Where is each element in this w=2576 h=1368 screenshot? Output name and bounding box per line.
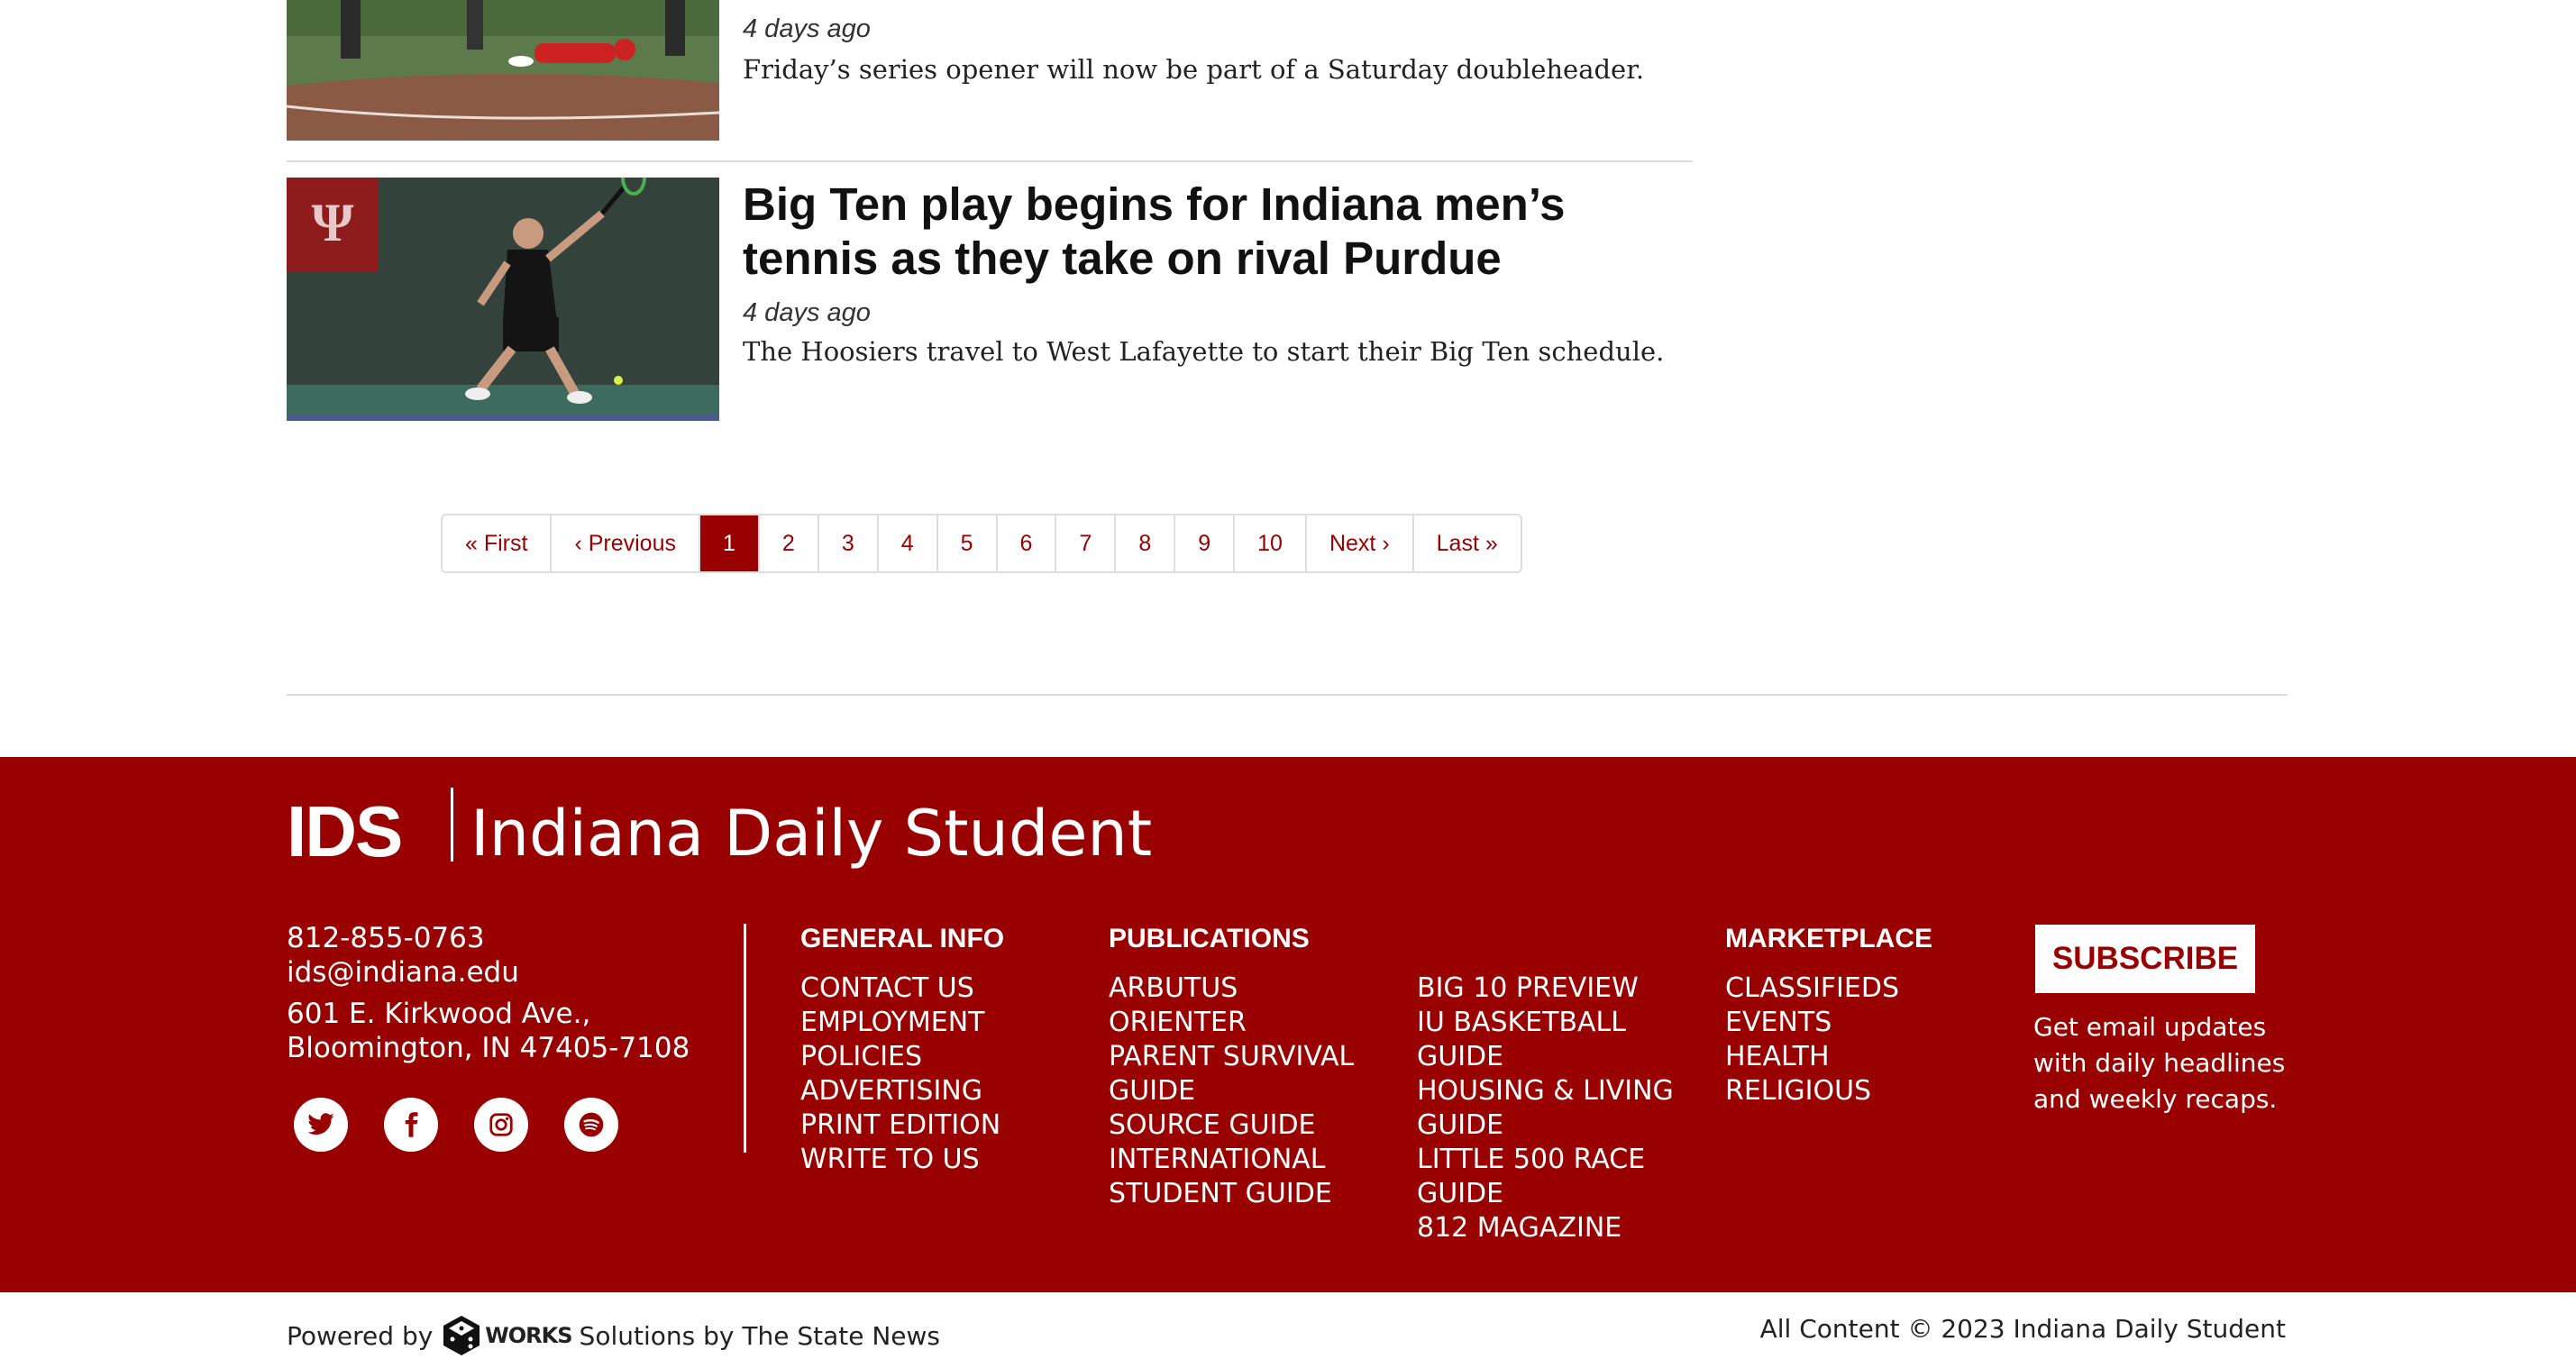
powered-by-prefix: Powered by — [287, 1320, 434, 1351]
footer-publications: PUBLICATIONS ARBUTUS ORIENTER PARENT SUR… — [1109, 922, 1370, 1211]
footer-logo-name[interactable]: Indiana Daily Student — [470, 793, 1152, 874]
pagination-page-3[interactable]: 3 — [819, 515, 879, 571]
article-dek: The Hoosiers travel to West Lafayette to… — [743, 336, 1665, 367]
article-thumbnail-baseball[interactable] — [287, 0, 719, 141]
article-thumbnail-tennis[interactable]: Ψ — [287, 178, 719, 421]
footer-link-arbutus[interactable]: ARBUTUS — [1109, 971, 1370, 1006]
general-info-heading: GENERAL INFO — [800, 924, 1005, 953]
facebook-icon[interactable] — [384, 1098, 438, 1152]
social-links — [294, 1098, 618, 1152]
powered-by-suffix: Solutions by The State News — [579, 1320, 940, 1351]
footer-link-source-guide[interactable]: SOURCE GUIDE — [1109, 1108, 1370, 1143]
pagination-page-5[interactable]: 5 — [938, 515, 998, 571]
footer-vertical-divider — [744, 924, 746, 1153]
publications-heading: PUBLICATIONS — [1109, 924, 1310, 953]
copyright: All Content © 2023 Indiana Daily Student — [1759, 1314, 2286, 1344]
article-divider — [287, 160, 1693, 162]
content-divider — [287, 694, 2288, 696]
pagination-page-9[interactable]: 9 — [1175, 515, 1236, 571]
pagination-page-2[interactable]: 2 — [760, 515, 819, 571]
footer-link-orienter[interactable]: ORIENTER — [1109, 1006, 1370, 1040]
marketplace-heading: MARKETPLACE — [1725, 924, 1932, 953]
pagination-page-4[interactable]: 4 — [879, 515, 938, 571]
article-dek: Friday’s series opener will now be part … — [743, 54, 1645, 85]
footer-link-religious[interactable]: RELIGIOUS — [1725, 1074, 1932, 1108]
footer-phone[interactable]: 812-855-0763 — [287, 921, 690, 955]
subscribe-description: Get email updates with daily headlines a… — [2033, 1012, 2286, 1114]
pagination-page-8[interactable]: 8 — [1116, 515, 1176, 571]
logo-separator — [451, 788, 453, 862]
pagination-page-1[interactable]: 1 — [700, 515, 760, 571]
svg-text:Ψ: Ψ — [312, 193, 354, 252]
pagination: « First ‹ Previous 1 2 3 4 5 6 7 8 9 10 … — [441, 514, 1522, 573]
footer-link-classifieds[interactable]: CLASSIFIEDS — [1725, 971, 1932, 1006]
site-footer: IDS Indiana Daily Student 812-855-0763 i… — [0, 757, 2576, 1292]
twitter-icon[interactable] — [294, 1098, 348, 1152]
footer-general-info: GENERAL INFO CONTACT US EMPLOYMENT POLIC… — [800, 922, 1004, 1177]
footer-link-print-edition[interactable]: PRINT EDITION — [800, 1108, 1004, 1143]
pagination-last[interactable]: Last » — [1414, 515, 1521, 571]
footer-link-events[interactable]: EVENTS — [1725, 1006, 1932, 1040]
footer-link-812-magazine[interactable]: 812 MAGAZINE — [1417, 1211, 1687, 1245]
article-date: 4 days ago — [743, 298, 871, 327]
footer-link-international-student-guide[interactable]: INTERNATIONAL STUDENT GUIDE — [1109, 1143, 1370, 1211]
footer-address-line2: Bloomington, IN 47405-7108 — [287, 1032, 690, 1064]
footer-contact: 812-855-0763 ids@indiana.edu 601 E. Kirk… — [287, 921, 690, 1065]
footer-link-little-500-race-guide[interactable]: LITTLE 500 RACE GUIDE — [1417, 1143, 1687, 1211]
instagram-icon[interactable] — [474, 1098, 528, 1152]
footer-link-policies[interactable]: POLICIES — [800, 1040, 1004, 1074]
spotify-icon[interactable] — [564, 1098, 618, 1152]
footer-publications-col2: BIG 10 PREVIEW IU BASKETBALL GUIDE HOUSI… — [1417, 971, 1687, 1245]
snworks-wordmark: WORKS — [485, 1323, 572, 1348]
footer-link-write-to-us[interactable]: WRITE TO US — [800, 1143, 1004, 1177]
footer-link-employment[interactable]: EMPLOYMENT — [800, 1006, 1004, 1040]
subscribe-button[interactable]: SUBSCRIBE — [2035, 925, 2255, 993]
page: 4 days ago Friday’s series opener will n… — [0, 0, 2576, 1368]
footer-link-iu-basketball-guide[interactable]: IU BASKETBALL GUIDE — [1417, 1006, 1687, 1074]
footer-email[interactable]: ids@indiana.edu — [287, 955, 690, 990]
footer-logo-mark[interactable]: IDS — [287, 791, 403, 872]
pagination-previous[interactable]: ‹ Previous — [552, 515, 700, 571]
footer-address-line1: 601 E. Kirkwood Ave., — [287, 998, 591, 1030]
bottom-bar: Powered by WORKS Solutions by The State … — [0, 1292, 2576, 1368]
pagination-next[interactable]: Next › — [1307, 515, 1414, 571]
footer-link-advertising[interactable]: ADVERTISING — [800, 1074, 1004, 1108]
pagination-page-7[interactable]: 7 — [1056, 515, 1117, 571]
footer-link-health[interactable]: HEALTH — [1725, 1040, 1932, 1074]
footer-link-contact-us[interactable]: CONTACT US — [800, 971, 1004, 1006]
footer-link-parent-survival-guide[interactable]: PARENT SURVIVAL GUIDE — [1109, 1040, 1370, 1108]
pagination-page-10[interactable]: 10 — [1235, 515, 1307, 571]
footer-marketplace: MARKETPLACE CLASSIFIEDS EVENTS HEALTH RE… — [1725, 922, 1932, 1108]
footer-link-big-10-preview[interactable]: BIG 10 PREVIEW — [1417, 971, 1687, 1006]
pagination-first[interactable]: « First — [443, 515, 553, 571]
snworks-logo[interactable]: WORKS — [440, 1314, 573, 1357]
snworks-cube-icon — [443, 1316, 480, 1355]
article-title[interactable]: Big Ten play begins for Indiana men’s te… — [743, 178, 1689, 286]
pagination-page-6[interactable]: 6 — [998, 515, 1057, 571]
powered-by: Powered by WORKS Solutions by The State … — [287, 1314, 940, 1357]
footer-link-housing-living-guide[interactable]: HOUSING & LIVING GUIDE — [1417, 1074, 1687, 1143]
article-date: 4 days ago — [743, 14, 871, 43]
